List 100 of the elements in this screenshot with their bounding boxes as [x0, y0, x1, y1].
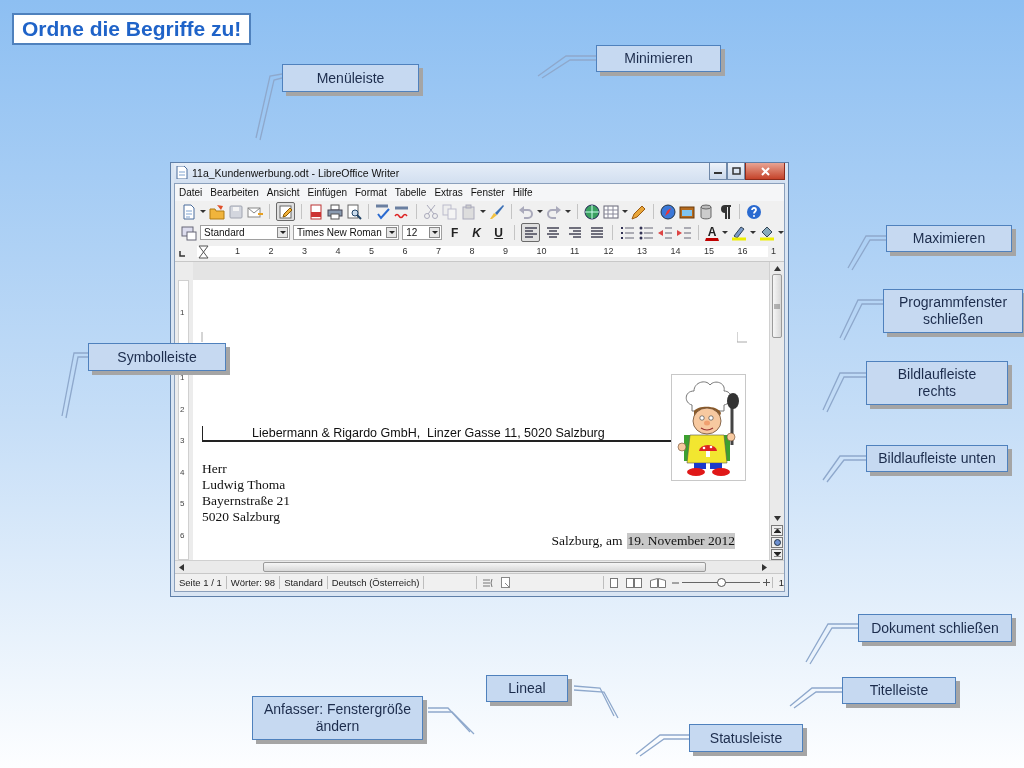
leader-line: [255, 73, 283, 141]
font-color-button[interactable]: A: [704, 224, 719, 241]
ruler-number: 1: [180, 373, 185, 382]
paragraph-style-field[interactable]: Standard: [200, 225, 291, 240]
ruler-number: 8: [469, 246, 475, 256]
menu-item[interactable]: Format: [355, 187, 387, 198]
leader-line: [822, 455, 867, 483]
font-size-field[interactable]: 12: [402, 225, 443, 240]
restore-icon: [731, 167, 741, 175]
menu-item[interactable]: Hilfe: [512, 187, 533, 198]
zoom-in-icon[interactable]: [762, 579, 770, 586]
scroll-up-icon: [773, 265, 781, 271]
styles-icon[interactable]: [181, 224, 197, 241]
paint-bucket-icon[interactable]: [758, 224, 775, 241]
menu-item[interactable]: Extras: [434, 187, 463, 198]
scroll-down-icon: [773, 515, 781, 521]
zoom-reading: 1: [771, 577, 784, 588]
database-icon[interactable]: [698, 203, 714, 220]
menu-item[interactable]: Datei: [179, 187, 203, 198]
bold-button[interactable]: F: [445, 223, 465, 242]
underline-button[interactable]: U: [489, 223, 509, 242]
caret-icon[interactable]: [480, 210, 486, 213]
font-name-field[interactable]: Times New Roman: [293, 225, 400, 240]
indent-marker-icon[interactable]: [198, 245, 209, 259]
leader-line: [839, 299, 884, 341]
caret-icon[interactable]: [388, 231, 395, 234]
ruler-number: 14: [670, 246, 681, 256]
document-status-icon[interactable]: [501, 577, 511, 588]
navigation-button[interactable]: [771, 537, 783, 548]
caret-icon[interactable]: [622, 210, 628, 213]
decrease-indent-icon[interactable]: [657, 224, 674, 241]
previous-page-icon: [773, 528, 781, 533]
ruler-number: 11: [570, 246, 580, 256]
page-count-text: Seite 1 / 1: [175, 576, 227, 589]
margin-mark: [201, 332, 203, 342]
next-page-button[interactable]: [771, 549, 783, 560]
caret-icon[interactable]: [721, 231, 728, 234]
printer-icon[interactable]: [327, 203, 343, 220]
dropdown-button[interactable]: [277, 227, 289, 238]
pdf-icon[interactable]: [308, 203, 324, 220]
ruler-number: 4: [335, 246, 341, 256]
numbered-list-icon[interactable]: [619, 224, 636, 241]
document-icon: [176, 166, 188, 179]
previous-page-button[interactable]: [771, 525, 783, 536]
help-icon[interactable]: [746, 203, 762, 220]
caret-icon[interactable]: [279, 231, 286, 234]
menu-item[interactable]: Fenster: [470, 187, 505, 198]
menu-item[interactable]: Ansicht: [266, 187, 300, 198]
leader-line: [847, 235, 887, 271]
leader-line: [61, 352, 89, 419]
caret-icon[interactable]: [565, 210, 571, 213]
ruler-number: 15: [704, 246, 714, 256]
single-page-icon[interactable]: [609, 577, 618, 588]
caret-icon[interactable]: [537, 210, 543, 213]
letterhead-text: Liebermann & Rigardo GmbH, Linzer Gasse 11, 5020 Salzburg: [202, 426, 672, 442]
preview-icon[interactable]: [346, 203, 362, 220]
gallery-icon[interactable]: [679, 203, 695, 220]
leader-line: [822, 372, 867, 413]
address-line: Ludwig Thoma: [202, 477, 286, 493]
two-pages-icon[interactable]: [625, 577, 642, 588]
spellcheck-icon[interactable]: [375, 203, 391, 220]
caret-icon[interactable]: [777, 231, 784, 234]
maximize-button[interactable]: [727, 163, 745, 180]
leader-line: [805, 623, 859, 665]
selection-mode-icon[interactable]: [483, 577, 494, 588]
ruler-number: 2: [180, 404, 185, 414]
book-view-icon[interactable]: [649, 577, 666, 588]
menu-item[interactable]: Einfügen: [307, 187, 347, 198]
ruler-number: 12: [603, 246, 614, 256]
tab-stop-icon[interactable]: [179, 250, 186, 257]
dropdown-button[interactable]: [386, 227, 398, 238]
language-text: Deutsch (Österreich): [327, 576, 425, 589]
bullet-list-icon[interactable]: [638, 224, 655, 241]
clipboard-icon[interactable]: [461, 203, 477, 220]
dropdown-button[interactable]: [429, 227, 441, 238]
ruler-number: 4: [180, 467, 185, 477]
pencil-icon[interactable]: [631, 203, 647, 220]
globe-icon[interactable]: [584, 203, 600, 220]
zoom-slider[interactable]: [681, 578, 760, 587]
caret-icon[interactable]: [431, 231, 438, 234]
window-title: 11a_Kundenwerbung.odt - LibreOffice Writer: [192, 167, 401, 179]
compass-icon[interactable]: [660, 203, 676, 220]
caret-icon[interactable]: [200, 210, 206, 213]
next-page-icon: [773, 552, 781, 557]
caret-icon[interactable]: [749, 231, 756, 234]
slide-title: Ordne die Begriffe zu!: [12, 13, 252, 45]
brush-icon[interactable]: [489, 203, 505, 220]
highlighter-icon[interactable]: [730, 224, 747, 241]
increase-indent-icon[interactable]: [676, 224, 693, 241]
menu-item[interactable]: Bearbeiten: [210, 187, 259, 198]
date-field: 19. November 2012: [627, 533, 735, 549]
ruler-number: 13: [637, 246, 647, 256]
close-icon: [760, 166, 770, 176]
scrollbar-thumb[interactable]: [263, 562, 706, 572]
menu-item[interactable]: Tabelle: [394, 187, 427, 198]
close-button[interactable]: [745, 163, 785, 180]
italic-button[interactable]: K: [467, 223, 487, 242]
leader-line: [789, 687, 843, 709]
minimize-button[interactable]: [709, 163, 727, 180]
scrollbar-thumb[interactable]: [772, 274, 782, 338]
